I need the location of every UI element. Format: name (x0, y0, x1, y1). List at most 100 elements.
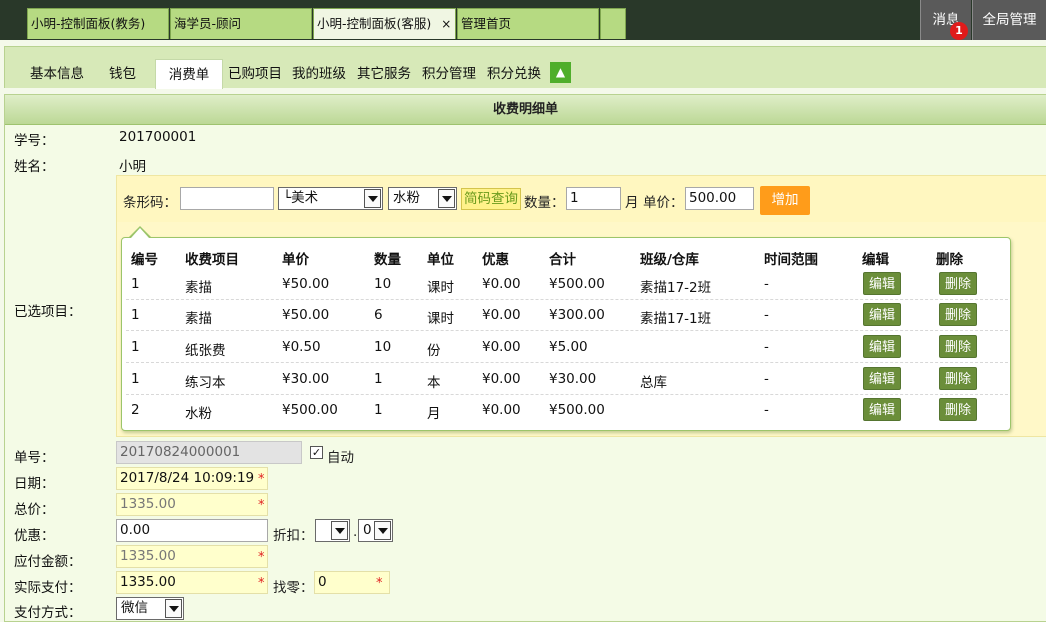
rebate-label: 折扣： (273, 528, 314, 544)
category-value: └美术 (283, 190, 319, 206)
edit-button[interactable]: 编辑 (863, 335, 901, 358)
tab-consumption-order[interactable]: 消费单 (155, 59, 223, 89)
tab-student-advisor[interactable]: 海学员-顾问 (170, 8, 312, 39)
message-count-badge: 1 (950, 22, 968, 40)
tab-wallet[interactable]: 钱包 (109, 59, 136, 89)
category-select[interactable]: └美术 (278, 187, 383, 210)
discount-input[interactable]: 0.00 (116, 519, 268, 542)
cell-range: - (764, 339, 769, 355)
tab-control-panel-service[interactable]: 小明-控制面板(客服) × (313, 8, 456, 39)
cell-total: ¥300.00 (549, 307, 605, 323)
global-management-label: 全局管理 (982, 12, 1037, 28)
change-label: 找零： (273, 580, 314, 596)
cell-total: ¥500.00 (549, 402, 605, 418)
cell-item: 素描 (185, 280, 212, 296)
col-item: 收费项目 (185, 252, 239, 268)
cell-unit: 课时 (427, 311, 454, 327)
cell-item: 纸张费 (185, 343, 226, 359)
barcode-input[interactable] (180, 187, 274, 210)
cell-total: ¥30.00 (549, 371, 597, 387)
col-price: 单价 (282, 252, 309, 268)
cell-item: 素描 (185, 311, 212, 327)
edit-button[interactable]: 编辑 (863, 367, 901, 390)
col-total: 合计 (549, 252, 576, 268)
delete-button[interactable]: 删除 (939, 398, 977, 421)
code-search-button[interactable]: 简码查询 (461, 188, 521, 210)
student-name-value: 小明 (119, 159, 146, 175)
panel-title: 收费明细单 (5, 95, 1046, 125)
tab-points-management[interactable]: 积分管理 (422, 59, 476, 89)
cell-number: 2 (131, 402, 140, 418)
receipt-panel: 收费明细单 学号： 201700001 姓名： 小明 已选项目： 条形码： └美… (4, 94, 1046, 622)
auto-checkbox[interactable]: ✓ (310, 446, 323, 459)
cell-discount: ¥0.00 (482, 339, 521, 355)
paid-input[interactable]: 1335.00 (116, 571, 268, 594)
date-input[interactable]: 2017/8/24 10:09:19 (116, 467, 268, 490)
student-name-label: 姓名： (14, 159, 55, 175)
delete-button[interactable]: 删除 (939, 367, 977, 390)
cell-price: ¥500.00 (282, 402, 338, 418)
delete-button[interactable]: 删除 (939, 335, 977, 358)
cell-discount: ¥0.00 (482, 307, 521, 323)
col-quantity: 数量 (374, 252, 401, 268)
close-icon[interactable]: × (441, 17, 451, 31)
tab-basic-info[interactable]: 基本信息 (30, 59, 84, 89)
cell-unit: 份 (427, 343, 441, 359)
delete-button[interactable]: 删除 (939, 303, 977, 326)
cell-range: - (764, 307, 769, 323)
tab-purchased-items[interactable]: 已购项目 (228, 59, 282, 89)
chevron-down-icon (438, 189, 455, 208)
discount-label: 优惠： (14, 528, 55, 544)
payment-method-select[interactable]: 微信 (116, 597, 184, 620)
rebate-select-integer[interactable] (315, 519, 350, 542)
col-unit: 单位 (427, 252, 454, 268)
order-number-field: 20170824000001 (116, 441, 302, 464)
tab-label: 海学员-顾问 (174, 16, 242, 31)
quantity-input[interactable]: 1 (566, 187, 621, 210)
chevron-down-icon (165, 599, 182, 618)
cell-number: 1 (131, 276, 140, 292)
edit-button[interactable]: 编辑 (863, 272, 901, 295)
tab-my-classes[interactable]: 我的班级 (292, 59, 346, 89)
tab-other-services[interactable]: 其它服务 (357, 59, 411, 89)
table-row: 2 水粉 ¥500.00 1 月 ¥0.00 ¥500.00 - 编辑 删除 (126, 395, 1008, 426)
barcode-label: 条形码： (123, 195, 177, 211)
selected-items-label: 已选项目： (14, 304, 82, 320)
tab-admin-home[interactable]: 管理首页 (457, 8, 599, 39)
col-class-warehouse: 班级/仓库 (640, 252, 699, 268)
price-input[interactable]: 500.00 (685, 187, 754, 210)
edit-button[interactable]: 编辑 (863, 303, 901, 326)
product-select[interactable]: 水粉 (388, 187, 457, 210)
cell-number: 1 (131, 371, 140, 387)
cell-discount: ¥0.00 (482, 276, 521, 292)
delete-button[interactable]: 删除 (939, 272, 977, 295)
tab-points-exchange[interactable]: 积分兑换 (487, 59, 541, 89)
cell-item: 练习本 (185, 375, 226, 391)
rebate-decimal-value: 0 (363, 522, 372, 538)
cell-price: ¥50.00 (282, 276, 330, 292)
collapse-up-icon[interactable]: ▲ (550, 62, 571, 83)
tab-control-panel-academic[interactable]: 小明-控制面板(教务) (27, 8, 169, 39)
edit-button[interactable]: 编辑 (863, 398, 901, 421)
payable-label: 应付金额： (14, 554, 82, 570)
rebate-separator: . (353, 524, 358, 540)
cell-price: ¥30.00 (282, 371, 330, 387)
rebate-select-decimal[interactable]: 0 (358, 519, 393, 542)
global-management-button[interactable]: 全局管理 (972, 0, 1046, 40)
add-item-button[interactable]: 增加 (760, 186, 810, 215)
cell-quantity: 1 (374, 371, 383, 387)
col-time-range: 时间范围 (764, 252, 818, 268)
cell-quantity: 1 (374, 402, 383, 418)
payable-field: 1335.00 (116, 545, 268, 568)
chevron-down-icon (331, 521, 348, 540)
table-row: 1 素描 ¥50.00 10 课时 ¥0.00 ¥500.00 素描17-2班 … (126, 269, 1008, 300)
cell-price: ¥50.00 (282, 307, 330, 323)
cell-price: ¥0.50 (282, 339, 321, 355)
chevron-down-icon (364, 189, 381, 208)
student-id-value: 201700001 (119, 129, 197, 145)
order-number-label: 单号： (14, 450, 55, 466)
col-discount: 优惠 (482, 252, 509, 268)
cell-discount: ¥0.00 (482, 371, 521, 387)
cell-range: - (764, 402, 769, 418)
col-delete: 删除 (936, 252, 963, 268)
